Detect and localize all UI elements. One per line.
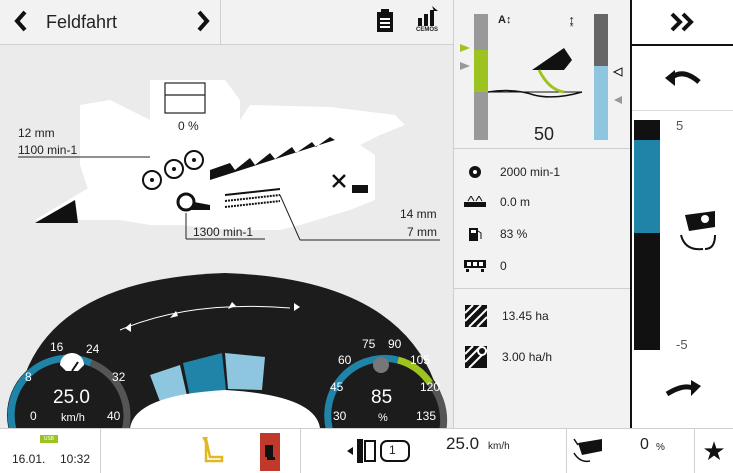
page-title: Feldfahrt	[46, 12, 118, 32]
speed-tick-24: 24	[86, 342, 100, 356]
header-value: 50	[534, 124, 555, 144]
speed-tick-0: 0	[30, 409, 37, 423]
tilt-unit: %	[656, 442, 665, 453]
area-rate-icon	[464, 345, 488, 369]
footer-speed-unit: km/h	[488, 441, 510, 452]
side-column: 5 -5	[630, 0, 733, 428]
speed-tick-40: 40	[107, 409, 121, 423]
cut-width-row: 0.0 m	[464, 190, 530, 214]
tilt-control-button[interactable]	[662, 195, 733, 265]
top-header: Feldfahrt CEMOS	[0, 0, 453, 45]
load-tick-135: 135	[416, 409, 437, 423]
footer-sep-1	[100, 429, 101, 473]
engine-speed-row: 2000 min-1	[464, 160, 560, 184]
area-hatch-icon	[464, 304, 488, 328]
load-unit: %	[378, 412, 388, 424]
load-tick-45: 45	[330, 380, 344, 394]
area-rate-row: 3.00 ha/h	[464, 345, 552, 369]
load-tick-30: 30	[333, 409, 347, 423]
cut-width-icon	[464, 194, 486, 210]
header-float-icon: A↕	[498, 14, 512, 26]
machine-panel: 0 % 12 mm 1100 min-1 1300 min-1 14 mm 7 …	[0, 45, 453, 428]
scale-top-label: 5	[676, 118, 684, 133]
fuel-value: 83 %	[500, 227, 528, 241]
speed-value: 25.0	[53, 387, 90, 408]
fuel-row: 83 %	[464, 222, 527, 246]
load-tick-120: 120	[420, 380, 441, 394]
turn-left-button[interactable]	[632, 50, 733, 111]
speed-tick-8: 8	[25, 370, 32, 384]
counter-icon	[464, 258, 486, 274]
footer-time: 10:32	[60, 452, 91, 466]
tilt-footer-icon[interactable]	[572, 435, 608, 465]
info-column: A↕ ↨ 50 2000 min-1 0.0 m 83 % 0 13.45 ha…	[453, 0, 631, 428]
speed-unit: km/h	[61, 412, 85, 424]
chevron-left-icon[interactable]	[6, 6, 36, 36]
counter-row: 0	[464, 254, 507, 278]
footer-sep-3	[566, 429, 567, 473]
load-tick-60: 60	[338, 353, 352, 367]
usb-label: USB	[43, 436, 55, 442]
footer-date: 16.01.	[12, 452, 46, 466]
footer-sep-2	[300, 429, 301, 473]
cemos-label: CEMOS	[416, 27, 439, 33]
bottom-bar: USB 16.01. 10:32 1 25.0 km/h 0 % ★	[0, 428, 733, 473]
tilt-scale-fill	[634, 140, 660, 233]
gear-indicator[interactable]: 1	[345, 435, 415, 467]
footer-sep-4	[694, 429, 695, 473]
gear-value: 1	[389, 443, 396, 457]
area-value: 13.45 ha	[502, 309, 549, 323]
load-tick-90: 90	[388, 337, 402, 351]
engine-icon	[464, 164, 486, 180]
engine-speed-value: 2000 min-1	[500, 165, 561, 179]
speed-tick-16: 16	[50, 340, 64, 354]
footer-speed-value: 25.0	[446, 434, 480, 453]
area-row: 13.45 ha	[464, 304, 549, 328]
cut-width-value: 0.0 m	[500, 195, 531, 209]
seat-warning-icon[interactable]	[198, 435, 226, 465]
usb-icon: USB	[40, 435, 58, 443]
turn-right-button[interactable]	[632, 360, 733, 420]
header-divider	[220, 0, 221, 44]
fuel-icon	[464, 226, 486, 242]
clipboard-icon[interactable]	[370, 6, 400, 36]
cemos-icon[interactable]: CEMOS	[412, 6, 446, 36]
dashboard-gauges	[7, 273, 448, 428]
tilt-scale	[634, 120, 660, 350]
counter-value: 0	[500, 259, 507, 273]
info-divider	[454, 288, 630, 289]
chevron-right-icon[interactable]	[188, 6, 218, 36]
tilt-value: 0	[640, 436, 649, 453]
load-tick-105: 105	[410, 353, 431, 367]
speed-tick-32: 32	[112, 370, 126, 384]
load-tick-75: 75	[362, 337, 376, 351]
area-rate-value: 3.00 ha/h	[502, 350, 553, 364]
header-control-panel[interactable]: A↕ ↨ 50	[454, 0, 630, 149]
lock-warning-icon[interactable]	[260, 433, 280, 471]
scale-bottom-label: -5	[676, 337, 688, 352]
height-arrows-icon: ↨	[568, 12, 575, 28]
double-chevron-right-icon[interactable]	[632, 0, 733, 46]
star-icon[interactable]: ★	[700, 437, 728, 465]
load-value: 85	[371, 387, 393, 408]
